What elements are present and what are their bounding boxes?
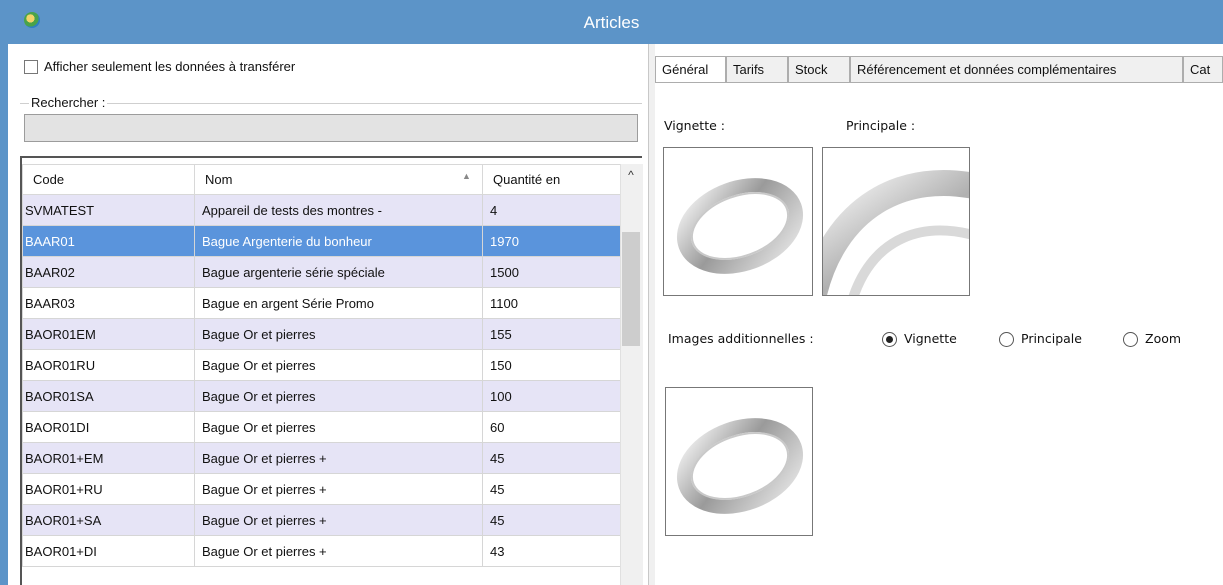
radio-zoom[interactable] (1123, 332, 1138, 347)
cell-nom[interactable]: Bague Argenterie du bonheur (194, 225, 483, 257)
tab-referencement[interactable]: Référencement et données complémentaires (850, 56, 1183, 82)
radio-vignette-label[interactable]: Vignette (904, 331, 957, 346)
table-row[interactable]: SVMATEST Appareil de tests des montres -4 (22, 194, 621, 226)
additional-image[interactable] (665, 387, 813, 536)
cell-nom[interactable]: Bague Or et pierres (194, 411, 483, 443)
search-input[interactable] (24, 114, 638, 142)
cell-nom[interactable]: Bague argenterie série spéciale (194, 256, 483, 288)
cell-qty[interactable]: 1500 (482, 256, 621, 288)
cell-nom[interactable]: Bague Or et pierres (194, 380, 483, 412)
cell-qty[interactable]: 45 (482, 504, 621, 536)
sort-ascending-icon: ▲ (462, 171, 471, 181)
table-row[interactable]: BAOR01SA Bague Or et pierres 100 (22, 380, 621, 412)
scrollbar-thumb[interactable] (622, 232, 640, 346)
cell-code[interactable]: BAOR01+EM (22, 442, 195, 474)
tab-categories[interactable]: Cat (1183, 56, 1223, 82)
table-row[interactable]: BAOR01DI Bague Or et pierres 60 (22, 411, 621, 443)
grid-scrollbar[interactable] (620, 164, 643, 585)
title-bar[interactable]: Articles (0, 0, 1223, 44)
principale-image[interactable] (822, 147, 970, 296)
ring-thumbnail-icon (676, 178, 804, 274)
ring-thumbnail-icon (676, 418, 804, 514)
search-label: Rechercher : (29, 95, 108, 110)
principale-label: Principale : (846, 118, 916, 133)
tab-general[interactable]: Général (655, 56, 726, 82)
column-header-nom[interactable]: Nom (194, 164, 483, 195)
cell-nom[interactable]: Bague Or et pierres + (194, 535, 483, 567)
cell-qty[interactable]: 60 (482, 411, 621, 443)
vignette-label: Vignette : (664, 118, 725, 133)
table-header-row: Code Nom Quantité en (22, 164, 621, 195)
cell-nom[interactable]: Bague Or et pierres (194, 318, 483, 350)
radio-vignette[interactable] (882, 332, 897, 347)
table-row[interactable]: BAOR01+DI Bague Or et pierres +43 (22, 535, 621, 567)
ring-closeup-icon (823, 170, 969, 295)
cell-qty[interactable]: 45 (482, 442, 621, 474)
cell-code[interactable]: BAOR01EM (22, 318, 195, 350)
column-header-code[interactable]: Code (22, 164, 195, 195)
column-header-quantite[interactable]: Quantité en (482, 164, 621, 195)
cell-code[interactable]: BAOR01+DI (22, 535, 195, 567)
transfer-only-checkbox[interactable] (24, 60, 38, 74)
search-group-border (20, 103, 642, 104)
table-row[interactable]: BAOR01EM Bague Or et pierres 155 (22, 318, 621, 350)
cell-qty[interactable]: 150 (482, 349, 621, 381)
images-additionnelles-label: Images additionnelles : (668, 331, 814, 346)
cell-qty[interactable]: 43 (482, 535, 621, 567)
cell-qty[interactable]: 1970 (482, 225, 621, 257)
radio-principale-label[interactable]: Principale (1021, 331, 1082, 346)
cell-code[interactable]: BAOR01+SA (22, 504, 195, 536)
window-title: Articles (583, 13, 640, 32)
panel-splitter[interactable] (648, 44, 655, 585)
table-row[interactable]: BAAR02 Bague argenterie série spéciale 150… (22, 256, 621, 288)
cell-qty[interactable]: 45 (482, 473, 621, 505)
cell-qty[interactable]: 1100 (482, 287, 621, 319)
cell-code[interactable]: BAAR02 (22, 256, 195, 288)
table-row[interactable]: BAOR01+RU Bague Or et pierres +45 (22, 473, 621, 505)
scroll-up-icon[interactable]: ^ (620, 164, 642, 186)
tab-strip-border (655, 82, 1223, 83)
cell-qty[interactable]: 155 (482, 318, 621, 350)
cell-nom[interactable]: Bague en argent Série Promo (194, 287, 483, 319)
vignette-image[interactable] (663, 147, 813, 296)
cell-qty[interactable]: 4 (482, 194, 621, 226)
cell-nom[interactable]: Bague Or et pierres + (194, 504, 483, 536)
cell-nom[interactable]: Bague Or et pierres + (194, 473, 483, 505)
tab-stock[interactable]: Stock (788, 56, 850, 82)
cell-code[interactable]: BAOR01+RU (22, 473, 195, 505)
cell-code[interactable]: BAAR03 (22, 287, 195, 319)
radio-selected-dot (886, 336, 893, 343)
cell-code[interactable]: BAOR01RU (22, 349, 195, 381)
tab-tarifs[interactable]: Tarifs (726, 56, 788, 82)
table-row[interactable]: BAOR01RU Bague Or et pierres 150 (22, 349, 621, 381)
cell-nom[interactable]: Bague Or et pierres + (194, 442, 483, 474)
cell-nom[interactable]: Appareil de tests des montres - (194, 194, 483, 226)
window-edge (0, 44, 8, 585)
articles-table: Code Nom Quantité en SVMATEST Appareil de… (22, 164, 621, 567)
cell-nom[interactable]: Bague Or et pierres (194, 349, 483, 381)
table-row[interactable]: BAOR01+SA Bague Or et pierres +45 (22, 504, 621, 536)
table-row[interactable]: BAAR01 Bague Argenterie du bonheur 1970 (22, 225, 621, 257)
radio-principale[interactable] (999, 332, 1014, 347)
cell-code[interactable]: SVMATEST (22, 194, 195, 226)
radio-zoom-label[interactable]: Zoom (1145, 331, 1181, 346)
transfer-only-label[interactable]: Afficher seulement les données à transfé… (44, 59, 295, 74)
cell-qty[interactable]: 100 (482, 380, 621, 412)
cell-code[interactable]: BAAR01 (22, 225, 195, 257)
cell-code[interactable]: BAOR01SA (22, 380, 195, 412)
table-row[interactable]: BAAR03 Bague en argent Série Promo 1100 (22, 287, 621, 319)
table-row[interactable]: BAOR01+EM Bague Or et pierres +45 (22, 442, 621, 474)
cell-code[interactable]: BAOR01DI (22, 411, 195, 443)
